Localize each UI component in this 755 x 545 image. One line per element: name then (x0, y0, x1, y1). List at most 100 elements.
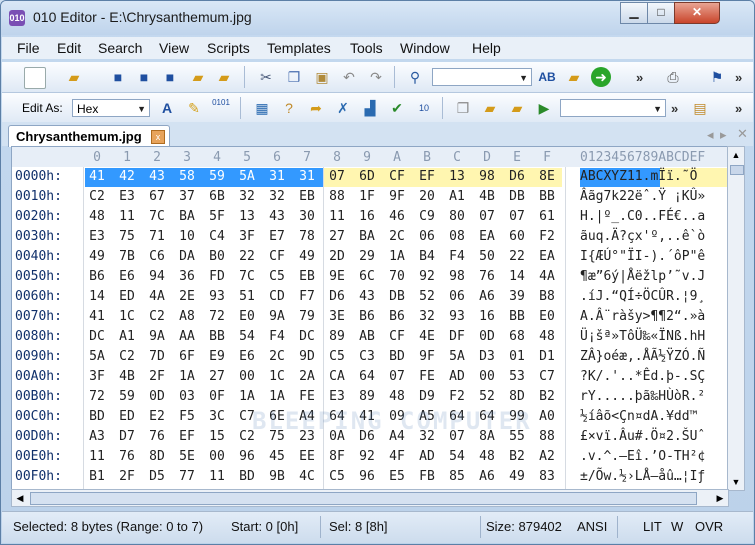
hex-byte[interactable]: 6C (355, 269, 379, 284)
hex-byte[interactable]: 59 (115, 389, 139, 404)
hex-byte[interactable]: FD (205, 269, 229, 284)
hex-byte[interactable]: D3 (475, 349, 499, 364)
hex-byte[interactable]: A1 (115, 329, 139, 344)
ascii-row[interactable]: £×vï.Âu#.Ö¤2.ŠUˆ (580, 429, 705, 444)
hex-byte[interactable]: DA (175, 249, 199, 264)
hex-byte[interactable]: AA (175, 329, 199, 344)
hex-byte[interactable]: E3 (325, 389, 349, 404)
hex-byte[interactable]: 03 (175, 389, 199, 404)
hex-byte[interactable]: 59 (205, 169, 229, 184)
hex-byte[interactable]: 1F (355, 189, 379, 204)
hex-byte[interactable]: 7B (115, 249, 139, 264)
hex-byte[interactable]: A3 (85, 429, 109, 444)
hex-byte[interactable]: 7C (235, 269, 259, 284)
ascii-row[interactable]: A.Â¨ràšy>¶¶2“.»à (580, 309, 705, 324)
status-w[interactable]: W (671, 519, 683, 534)
hex-byte[interactable]: B2 (535, 389, 559, 404)
hex-byte[interactable]: 6B (205, 189, 229, 204)
bookmark-flag-icon[interactable]: ⚑ (707, 67, 727, 87)
find-in-files-icon[interactable]: ▰ (564, 67, 584, 87)
close-icon[interactable]: ✕ (674, 2, 720, 24)
hex-byte[interactable]: 52 (415, 289, 439, 304)
menu-tools[interactable]: Tools (350, 40, 383, 56)
hex-byte[interactable]: 49 (85, 249, 109, 264)
hex-byte[interactable]: DB (505, 189, 529, 204)
hex-byte[interactable]: 31 (265, 169, 289, 184)
hex-byte[interactable]: 6D (355, 169, 379, 184)
hex-byte[interactable]: A2 (535, 449, 559, 464)
hex-byte[interactable]: C9 (415, 209, 439, 224)
hex-byte[interactable]: D6 (325, 289, 349, 304)
ascii-row[interactable]: I{ÆÚ°"ÏI-).´ôP"ê (580, 249, 705, 264)
ascii-row[interactable]: ?K/.'..*Êd.þ-.SÇ (580, 369, 705, 384)
hex-byte[interactable]: 93 (205, 289, 229, 304)
hex-byte[interactable]: A6 (475, 289, 499, 304)
hex-byte[interactable]: 9A (265, 309, 289, 324)
ascii-row[interactable]: .v.^.–Eî.’O-TH²¢ (580, 449, 705, 464)
hex-byte[interactable]: DF (445, 329, 469, 344)
hex-byte[interactable]: 85 (445, 469, 469, 484)
hex-byte[interactable]: 22 (235, 249, 259, 264)
hex-byte[interactable]: 2C (265, 349, 289, 364)
hex-byte[interactable]: A1 (445, 189, 469, 204)
toolbar-overflow-icon[interactable]: » (735, 70, 742, 85)
hex-byte[interactable]: ED (115, 409, 139, 424)
hex-byte[interactable]: 11 (115, 209, 139, 224)
hex-byte[interactable]: 00 (205, 449, 229, 464)
hex-byte[interactable]: C2 (85, 189, 109, 204)
hex-byte[interactable]: 2E (175, 289, 199, 304)
hex-byte[interactable]: 5E (175, 449, 199, 464)
hex-byte[interactable]: 43 (145, 169, 169, 184)
hex-byte[interactable]: 8D (505, 389, 529, 404)
hex-byte[interactable]: BB (535, 189, 559, 204)
hex-byte[interactable]: E5 (385, 469, 409, 484)
recent-files-icon[interactable]: ▰ (188, 67, 208, 87)
hex-byte[interactable]: 32 (265, 189, 289, 204)
hex-byte[interactable]: C5 (325, 469, 349, 484)
hex-byte[interactable]: 48 (385, 389, 409, 404)
status-ovr[interactable]: OVR (695, 519, 723, 534)
hex-byte[interactable]: 6F (175, 349, 199, 364)
hex-byte[interactable]: 10 (175, 229, 199, 244)
hex-byte[interactable]: 06 (415, 229, 439, 244)
hex-byte[interactable]: D1 (535, 349, 559, 364)
hex-byte[interactable]: 14 (505, 269, 529, 284)
search-combo[interactable]: ▼ (432, 68, 532, 86)
hex-byte[interactable]: 98 (445, 269, 469, 284)
scripts-list-icon[interactable]: ▤ (690, 98, 710, 118)
menu-file[interactable]: File (17, 40, 40, 56)
hex-byte[interactable]: CF (265, 249, 289, 264)
hex-byte[interactable]: 42 (115, 169, 139, 184)
hex-byte[interactable]: F7 (295, 289, 319, 304)
close-file-icon[interactable]: ✕ (737, 126, 748, 142)
hex-byte[interactable]: B8 (535, 289, 559, 304)
hex-byte[interactable]: 7D (145, 349, 169, 364)
hex-byte[interactable]: 9F (385, 189, 409, 204)
hex-byte[interactable]: 68 (505, 329, 529, 344)
hex-byte[interactable]: 79 (295, 309, 319, 324)
hex-byte[interactable]: CF (385, 329, 409, 344)
hex-byte[interactable]: 1A (385, 249, 409, 264)
hex-byte[interactable]: 2C (385, 229, 409, 244)
hex-byte[interactable]: 07 (505, 209, 529, 224)
hex-byte[interactable]: 41 (85, 169, 109, 184)
hex-byte[interactable]: 3F (235, 229, 259, 244)
new-file-icon[interactable] (24, 67, 46, 89)
hex-byte[interactable]: BB (205, 329, 229, 344)
hex-byte[interactable]: 96 (235, 449, 259, 464)
hex-byte[interactable]: EB (295, 269, 319, 284)
menu-scripts[interactable]: Scripts (207, 40, 250, 56)
hex-byte[interactable]: D6 (505, 169, 529, 184)
hex-byte[interactable]: 15 (205, 429, 229, 444)
hex-byte[interactable]: 01 (505, 349, 529, 364)
hex-byte[interactable]: 13 (445, 169, 469, 184)
hex-byte[interactable]: 98 (475, 169, 499, 184)
hex-byte[interactable]: 9D (295, 349, 319, 364)
hex-byte[interactable]: 45 (265, 449, 289, 464)
hex-byte[interactable]: B4 (415, 249, 439, 264)
hex-byte[interactable]: 71 (145, 229, 169, 244)
hex-byte[interactable]: 0F (205, 389, 229, 404)
hex-byte[interactable]: 5A (235, 169, 259, 184)
ascii-row[interactable]: ±/Õw.½›LÅ–åû…¦Iƒ (580, 469, 705, 484)
hex-byte[interactable]: FB (415, 469, 439, 484)
